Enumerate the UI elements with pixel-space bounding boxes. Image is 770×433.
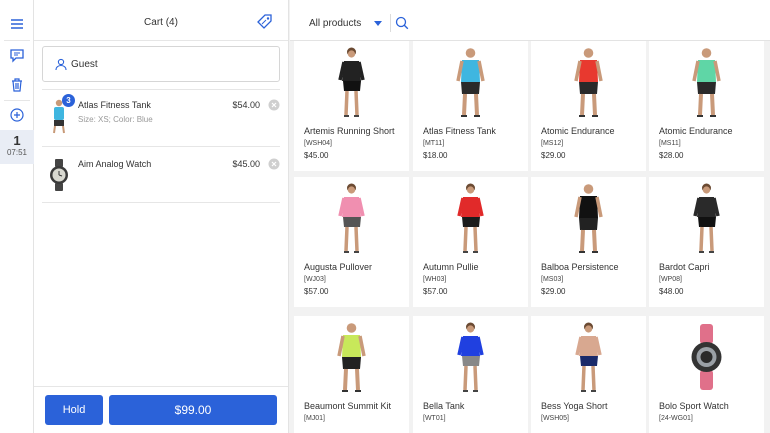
remove-item-icon[interactable] <box>268 158 280 170</box>
trash-icon <box>12 78 22 92</box>
cart-item[interactable]: 3 Atlas Fitness Tank Size: XS; Color: Bl… <box>42 94 280 150</box>
menu-button[interactable] <box>0 9 34 39</box>
hold-button[interactable]: Hold <box>45 395 103 425</box>
remove-item-icon[interactable] <box>268 99 280 111</box>
product-image <box>693 183 720 253</box>
product-image <box>692 48 721 117</box>
product-card[interactable]: Augusta Pullover [WJ03] $57.00 <box>294 177 409 307</box>
product-card[interactable]: Atomic Endurance [MS12] $29.00 <box>531 41 646 171</box>
pay-button[interactable]: $99.00 <box>109 395 277 425</box>
product-image <box>337 323 366 392</box>
product-card[interactable]: Atlas Fitness Tank [MT11] $18.00 <box>413 41 528 171</box>
cart-item-price: $54.00 <box>232 100 260 110</box>
category-select[interactable]: All products <box>309 18 361 29</box>
product-card[interactable]: Autumn Pullie [WH03] $57.00 <box>413 177 528 307</box>
product-name: Balboa Persistence <box>541 262 619 272</box>
product-name: Atomic Endurance <box>541 126 615 136</box>
product-image <box>575 322 602 392</box>
product-card[interactable]: Beaumont Summit Kit [MJ01] <box>294 316 409 433</box>
product-price: $29.00 <box>541 151 566 160</box>
cart-divider <box>42 146 280 147</box>
product-price: $57.00 <box>423 287 448 296</box>
chevron-down-icon[interactable] <box>374 21 382 26</box>
search-icon[interactable] <box>395 16 409 30</box>
cart-item-price: $45.00 <box>232 159 260 169</box>
product-card[interactable]: Atomic Endurance [MS11] $28.00 <box>649 41 764 171</box>
product-name: Bess Yoga Short <box>541 401 608 411</box>
product-card[interactable]: Bardot Capri [WP08] $48.00 <box>649 177 764 307</box>
comment-button[interactable] <box>0 40 34 70</box>
product-price: $18.00 <box>423 151 448 160</box>
product-sku: [24-WG01] <box>659 415 693 422</box>
discount-tag-icon[interactable] <box>256 13 274 31</box>
customer-selector[interactable]: Guest <box>42 46 280 82</box>
product-card[interactable]: Bella Tank [WT01] <box>413 316 528 433</box>
product-sku: [WSH04] <box>304 140 333 147</box>
product-sku: [MS12] <box>541 140 564 147</box>
product-card[interactable]: Bolo Sport Watch [24-WG01] <box>649 316 764 433</box>
product-sku: [WP08] <box>659 276 682 283</box>
cart-footer: Hold $99.00 <box>34 386 288 433</box>
customer-name: Guest <box>71 59 98 70</box>
product-card[interactable]: Artemis Running Short [WSH04] $45.00 <box>294 41 409 171</box>
product-sku: [MS11] <box>659 140 681 147</box>
product-name: Augusta Pullover <box>304 262 373 272</box>
left-rail: 1 07:51 <box>0 0 34 433</box>
session-time: 07:51 <box>6 148 28 157</box>
product-image <box>338 47 365 117</box>
product-image <box>457 183 484 253</box>
product-sku: [WH03] <box>423 276 447 283</box>
cart-panel: Cart (4) Guest 3 Atlas Fitness Tank Size… <box>34 0 289 433</box>
product-sku: [WSH05] <box>541 415 570 422</box>
comment-icon <box>10 49 24 63</box>
product-name: Bolo Sport Watch <box>659 401 729 411</box>
product-sku: [MS03] <box>541 276 564 283</box>
cart-item-name: Atlas Fitness Tank <box>78 100 151 110</box>
cart-header: Cart (4) <box>34 0 288 41</box>
product-price: $45.00 <box>304 151 329 160</box>
product-image <box>456 48 485 117</box>
toolbar-divider <box>390 14 391 32</box>
session-tab[interactable]: 1 07:51 <box>0 130 34 164</box>
product-sku: [WT01] <box>423 415 446 422</box>
catalog-toolbar: All products <box>290 0 770 41</box>
product-image <box>691 324 722 390</box>
new-cart-button[interactable] <box>0 100 34 130</box>
session-number: 1 <box>13 133 21 148</box>
product-name: Autumn Pullie <box>423 262 479 272</box>
product-card[interactable]: Balboa Persistence [MS03] $29.00 <box>531 177 646 307</box>
product-price: $57.00 <box>304 287 329 296</box>
cart-title: Cart (4) <box>144 17 178 28</box>
product-name: Bella Tank <box>423 401 465 411</box>
product-price: $29.00 <box>541 287 566 296</box>
product-image <box>338 183 365 253</box>
cart-item[interactable]: Aim Analog Watch $45.00 <box>42 153 280 209</box>
product-sku: [MT11] <box>423 140 445 147</box>
hamburger-icon <box>11 19 23 29</box>
product-image <box>457 322 484 392</box>
product-name: Bardot Capri <box>659 262 710 272</box>
product-thumbnail <box>50 159 68 191</box>
delete-cart-button[interactable] <box>0 70 34 100</box>
product-name: Atomic Endurance <box>659 126 733 136</box>
product-price: $28.00 <box>659 151 684 160</box>
quantity-badge: 3 <box>62 94 75 107</box>
product-name: Beaumont Summit Kit <box>304 401 392 411</box>
product-sku: [WJ03] <box>304 276 326 283</box>
plus-circle-icon <box>10 108 24 122</box>
cart-divider <box>42 89 280 90</box>
user-icon <box>55 58 67 71</box>
cart-item-name: Aim Analog Watch <box>78 159 152 169</box>
cart-divider <box>42 202 280 203</box>
product-grid: Artemis Running Short [WSH04] $45.00 Atlas… <box>294 41 770 433</box>
product-sku: [MJ01] <box>304 415 326 422</box>
product-card[interactable]: Bess Yoga Short [WSH05] <box>531 316 646 433</box>
product-name: Artemis Running Short <box>304 126 395 136</box>
product-image <box>574 184 603 253</box>
product-price: $48.00 <box>659 287 684 296</box>
cart-item-options: Size: XS; Color: Blue <box>78 115 153 124</box>
product-image <box>574 48 603 117</box>
product-name: Atlas Fitness Tank <box>423 126 496 136</box>
